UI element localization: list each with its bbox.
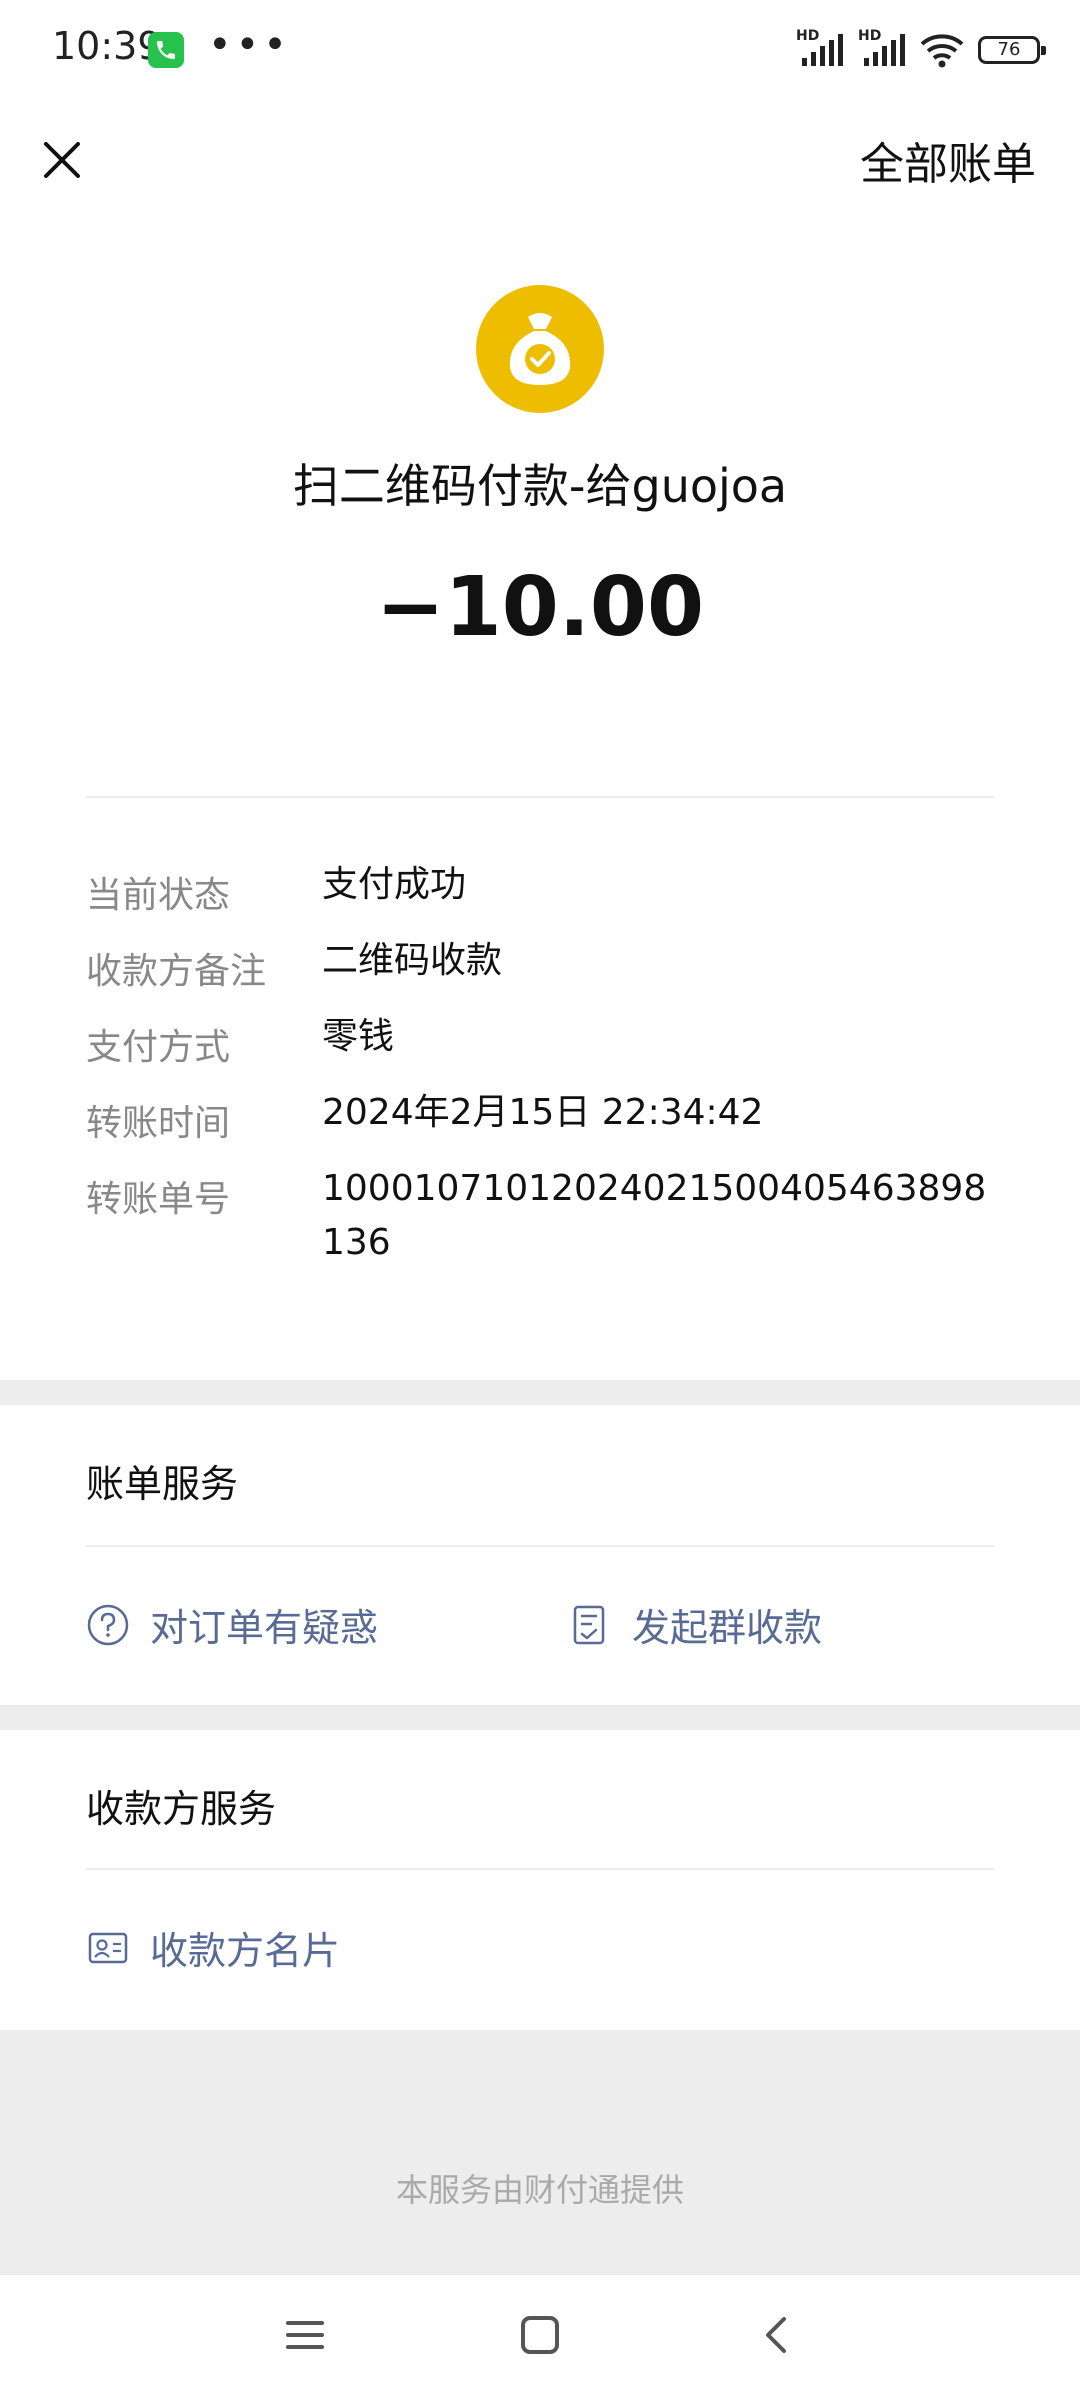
home-icon[interactable] — [519, 2313, 561, 2357]
system-nav-bar — [0, 2275, 1080, 2400]
more-notifications-icon: ••• — [208, 22, 291, 68]
detail-value: 2024年2月15日 22:34:42 — [322, 1092, 764, 1133]
back-icon[interactable] — [756, 2313, 798, 2357]
detail-label: 支付方式 — [86, 1027, 231, 1068]
order-doubt-label: 对订单有疑惑 — [150, 1606, 379, 1650]
section-title: 账单服务 — [86, 1462, 239, 1506]
detail-label: 转账单号 — [86, 1179, 231, 1220]
detail-value: 零钱 — [322, 1016, 395, 1057]
bill-service-section: 账单服务 对订单有疑惑 发起群收款 — [0, 1405, 1080, 1705]
section-title: 收款方服务 — [86, 1787, 277, 1831]
detail-label: 转账时间 — [86, 1103, 231, 1144]
payee-service-section: 收款方服务 收款方名片 — [0, 1730, 1080, 2030]
top-nav: 全部账单 — [0, 100, 1080, 220]
group-collect-label: 发起群收款 — [632, 1606, 823, 1650]
divider — [86, 796, 994, 798]
signal-icon: HD — [858, 28, 906, 70]
transaction-card: 扫二维码付款-给guojoa −10.00 当前状态 支付成功 收款方备注 二维… — [0, 220, 1080, 1380]
divider — [86, 1868, 994, 1870]
payment-amount: −10.00 — [375, 560, 705, 655]
detail-value: 支付成功 — [322, 864, 467, 905]
signal-icon: HD — [796, 28, 844, 70]
menu-icon[interactable] — [284, 2313, 326, 2357]
money-bag-check-icon — [476, 285, 604, 413]
close-icon[interactable] — [30, 128, 94, 192]
payee-card-label: 收款方名片 — [150, 1929, 341, 1973]
payment-title: 扫二维码付款-给guojoa — [292, 459, 788, 513]
status-time: 10:39 — [52, 24, 162, 68]
status-indicators: HD HD 76 — [796, 28, 1046, 70]
checklist-icon — [573, 1605, 605, 1644]
provider-footer: 本服务由财付通提供 — [395, 2171, 684, 2209]
order-doubt-link[interactable]: 对订单有疑惑 — [86, 1597, 378, 1652]
all-bills-link[interactable]: 全部账单 — [860, 128, 1036, 192]
group-collect-link[interactable]: 发起群收款 — [568, 1597, 822, 1652]
wifi-icon — [920, 34, 964, 68]
divider — [86, 1545, 994, 1547]
battery-icon: 76 — [978, 36, 1046, 64]
id-card-icon — [88, 1932, 128, 1963]
question-circle-icon — [87, 1604, 129, 1645]
status-bar: 10:39 ••• HD HD 76 — [0, 0, 1080, 100]
detail-value: 二维码收款 — [322, 940, 503, 981]
detail-label: 收款方备注 — [86, 951, 267, 992]
payee-card-link[interactable]: 收款方名片 — [86, 1920, 340, 1975]
detail-value[interactable]: 100010710120240215004054638981​36 — [322, 1162, 1002, 1270]
detail-label: 当前状态 — [86, 875, 231, 916]
phone-icon — [148, 32, 184, 68]
